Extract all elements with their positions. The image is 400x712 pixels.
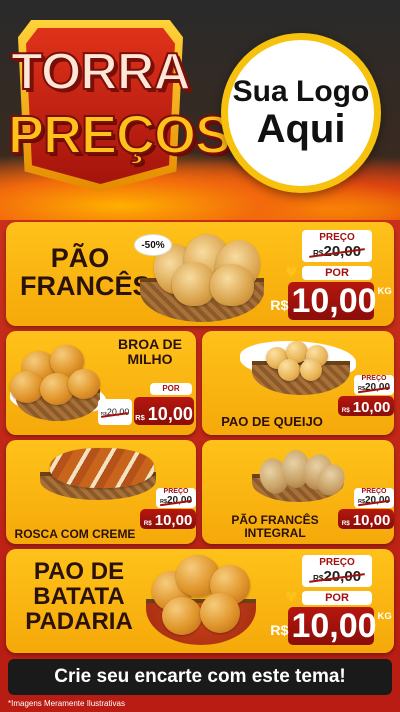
logo-placeholder[interactable]: Sua Logo Aqui <box>221 33 381 193</box>
old-price: R$20,00 <box>354 495 394 508</box>
preco-label: PREÇO <box>361 375 387 382</box>
product-title: PÃO FRANCÊS INTEGRAL <box>220 514 330 539</box>
product-title-line: BROA DE <box>117 336 183 352</box>
header: TORRA PREÇOS Sua Logo Aqui <box>0 0 400 220</box>
new-price: R$ 10,00 <box>338 396 394 416</box>
new-price: R$ 10,00 <box>338 509 394 529</box>
product-card-rosca[interactable]: PREÇO R$20,00 R$ 10,00 ROSCA COM CREME <box>6 440 196 544</box>
price-tag: PREÇO R$20,00 POR ♥ R$ 10,00 KG <box>270 555 392 647</box>
product-card-pao-de-queijo[interactable]: PREÇO R$20,00 R$ 10,00 PAO DE QUEIJO <box>202 331 394 435</box>
old-price: R$20,00 <box>354 382 394 395</box>
old-price: R$20,00 <box>302 568 372 585</box>
por-label: POR <box>302 266 372 280</box>
product-title: PAO DE QUEIJO <box>221 414 323 429</box>
old-price-box: PREÇO R$20,00 <box>302 230 372 262</box>
flyer-page: TORRA PREÇOS Sua Logo Aqui PÃO FRANCÊS P… <box>0 0 400 712</box>
old-price: R$20,00 <box>98 399 132 428</box>
cta-button[interactable]: Crie seu encarte com este tema! <box>8 659 392 695</box>
por-label: POR <box>302 591 372 605</box>
badge-line-2: PREÇOS <box>7 105 232 165</box>
old-price: R$20,00 <box>156 495 196 508</box>
product-title-line: PAO DE <box>33 558 125 585</box>
preco-label: PREÇO <box>361 488 387 495</box>
product-card-broa[interactable]: BROA DE MILHO POR R$20,00 R$ 10,00 <box>6 331 196 435</box>
product-title: PAO DE BATATA PADARIA <box>14 559 144 635</box>
old-price-box: PREÇO R$20,00 <box>302 555 372 587</box>
new-price: R$ 10,00 KG <box>270 607 392 645</box>
product-title: ROSCA COM CREME <box>14 527 136 541</box>
preco-label: PREÇO <box>319 557 355 568</box>
discount-badge: -50% <box>134 234 172 256</box>
price-tag: PREÇO R$20,00 R$ 10,00 <box>338 488 394 529</box>
product-title: PÃO FRANCÊS <box>20 243 151 302</box>
disclaimer: *Imagens Meramente Ilustrativas <box>8 699 125 708</box>
logo-line-2: Aqui <box>256 106 346 151</box>
product-card-pao-de-batata[interactable]: PAO DE BATATA PADARIA PREÇO R$20,00 POR … <box>6 549 394 653</box>
new-price: R$ 10,00 KG <box>270 282 392 320</box>
heart-icon: ♥ <box>285 265 298 281</box>
new-price: R$ 10,00 <box>134 397 194 425</box>
price-tag: POR R$20,00 R$ 10,00 <box>98 383 194 431</box>
product-title-line: FRANCÊS <box>20 271 151 302</box>
product-title-line: PÃO FRANCÊS <box>231 513 319 527</box>
product-title-line: MILHO <box>127 350 173 367</box>
product-title-line: PADARIA <box>25 608 133 636</box>
torra-precos-badge: TORRA PREÇOS <box>7 20 232 195</box>
product-card-frances-integral[interactable]: PREÇO R$20,00 R$ 10,00 PÃO FRANCÊS INTEGR… <box>202 440 394 544</box>
badge-line-1: TORRA <box>10 43 192 101</box>
product-title-line: INTEGRAL <box>244 525 306 540</box>
old-price-box: PREÇO R$20,00 <box>156 488 196 508</box>
old-price-box: R$20,00 <box>98 399 132 425</box>
new-price: R$ 10,00 <box>140 509 196 529</box>
price-tag: PREÇO R$20,00 R$ 10,00 <box>140 488 196 529</box>
heart-icon: ♥ <box>285 590 298 606</box>
preco-label: PREÇO <box>163 488 189 495</box>
logo-line-1: Sua Logo <box>232 75 370 109</box>
product-title: BROA DE MILHO <box>108 337 192 366</box>
preco-label: PREÇO <box>319 232 355 243</box>
product-title-line: BATATA <box>33 583 125 611</box>
old-price-box: PREÇO R$20,00 <box>354 488 394 508</box>
old-price: R$20,00 <box>302 243 372 260</box>
price-tag: PREÇO R$20,00 POR ♥ R$ 10,00 KG <box>270 230 392 322</box>
old-price-box: PREÇO R$20,00 <box>354 375 394 395</box>
product-title-line: PÃO <box>50 243 110 273</box>
price-tag: PREÇO R$20,00 R$ 10,00 <box>338 375 394 416</box>
product-card-pao-frances[interactable]: PÃO FRANCÊS PREÇO R$20,00 POR ♥ R$ 10,00 K… <box>6 222 394 326</box>
por-label: POR <box>150 383 192 395</box>
